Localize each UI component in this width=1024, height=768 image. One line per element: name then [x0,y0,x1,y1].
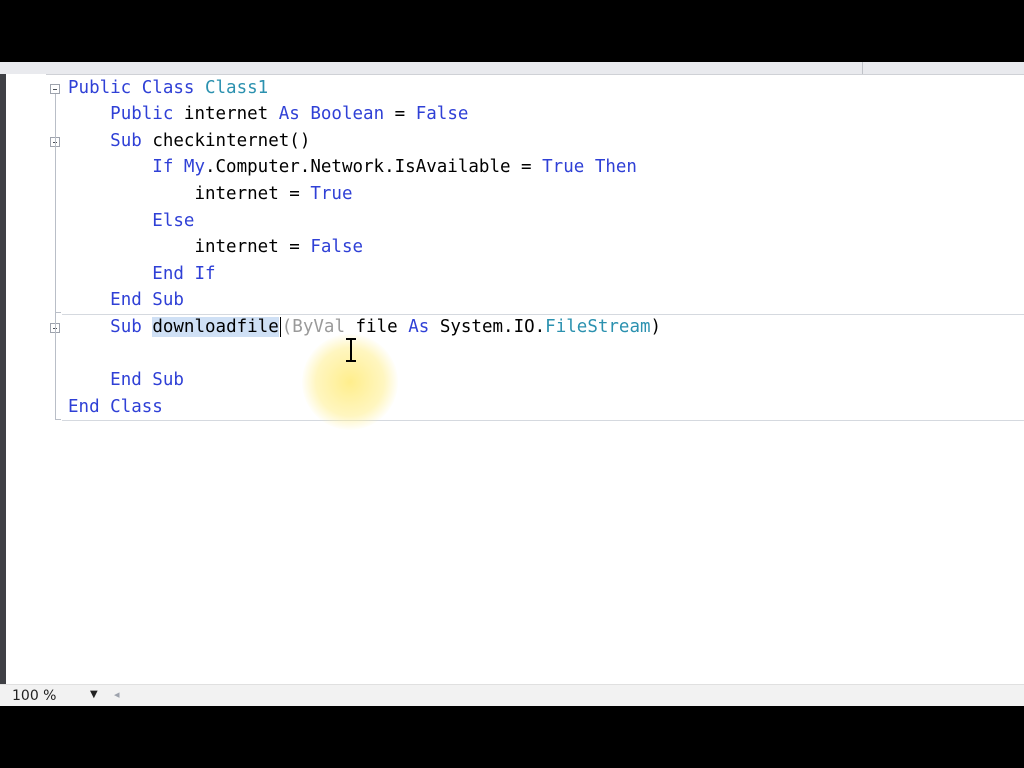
text-caret [279,317,281,337]
outline-line [55,94,56,419]
code-token: False [310,237,364,257]
code-line[interactable]: Else [68,209,194,233]
code-token: End Class [68,397,163,417]
code-line[interactable]: End Sub [68,288,184,312]
document-tab-strip [0,62,1024,75]
code-token: internet [183,104,279,124]
code-token: Boolean [310,104,385,124]
code-token: If [152,157,184,177]
code-token: internet = [194,184,311,204]
code-line[interactable]: internet = False [68,235,363,259]
code-line[interactable]: If My.Computer.Network.IsAvailable = Tru… [68,155,637,179]
code-token: downloadfile [152,317,279,337]
code-token: System.IO. [439,317,546,337]
code-token: As [408,317,440,337]
code-token: True [310,184,353,204]
code-token: .Computer.Network.IsAvailable = [204,157,543,177]
zoom-level[interactable]: 100 % [12,688,56,704]
code-line[interactable]: internet = True [68,182,353,206]
scroll-left-icon[interactable]: ◂ [114,688,120,701]
zoom-dropdown-icon[interactable]: ▼ [90,689,98,700]
code-token: FileStream [545,317,651,337]
code-token: file [355,317,409,337]
code-token: Then [594,157,637,177]
code-line[interactable]: Sub checkinternet() [68,129,310,153]
code-line[interactable]: End Class [68,395,163,419]
code-token: End If [152,264,216,284]
code-token: Else [152,211,195,231]
code-line[interactable]: Public Class Class1 [68,76,268,100]
outline-tick [55,419,61,420]
collapse-class-icon[interactable] [50,84,60,94]
code-line[interactable]: End Sub [68,368,184,392]
editor-status-bar: 100 % ▼ ◂ [0,684,1024,706]
code-token: Public [110,104,184,124]
code-token: Class1 [204,78,269,98]
editor-gutter [6,74,46,684]
code-token: ( [281,317,293,337]
code-token: Sub [110,317,153,337]
code-token: End Sub [110,370,184,390]
code-line[interactable]: End If [68,262,216,286]
code-token: End Sub [110,290,184,310]
code-token: Sub [110,131,153,151]
ibeam-cursor-icon [346,338,356,362]
code-token: Public [68,78,142,98]
code-token: False [415,104,469,124]
code-token: As [278,104,311,124]
code-token: ByVal [292,317,356,337]
code-line[interactable]: Public internet As Boolean = False [68,102,468,126]
code-token: checkinternet() [152,131,311,151]
code-token: ) [650,317,662,337]
code-token: internet = [194,237,311,257]
code-token: Class [141,78,205,98]
code-line[interactable]: Sub downloadfile (ByVal file As System.IO… [68,315,661,339]
method-separator [62,420,1024,421]
code-token: My [183,157,205,177]
code-editor-window: Public Class Class1 Public internet As B… [0,62,1024,706]
code-token: True [542,157,595,177]
code-token: = [384,104,416,124]
